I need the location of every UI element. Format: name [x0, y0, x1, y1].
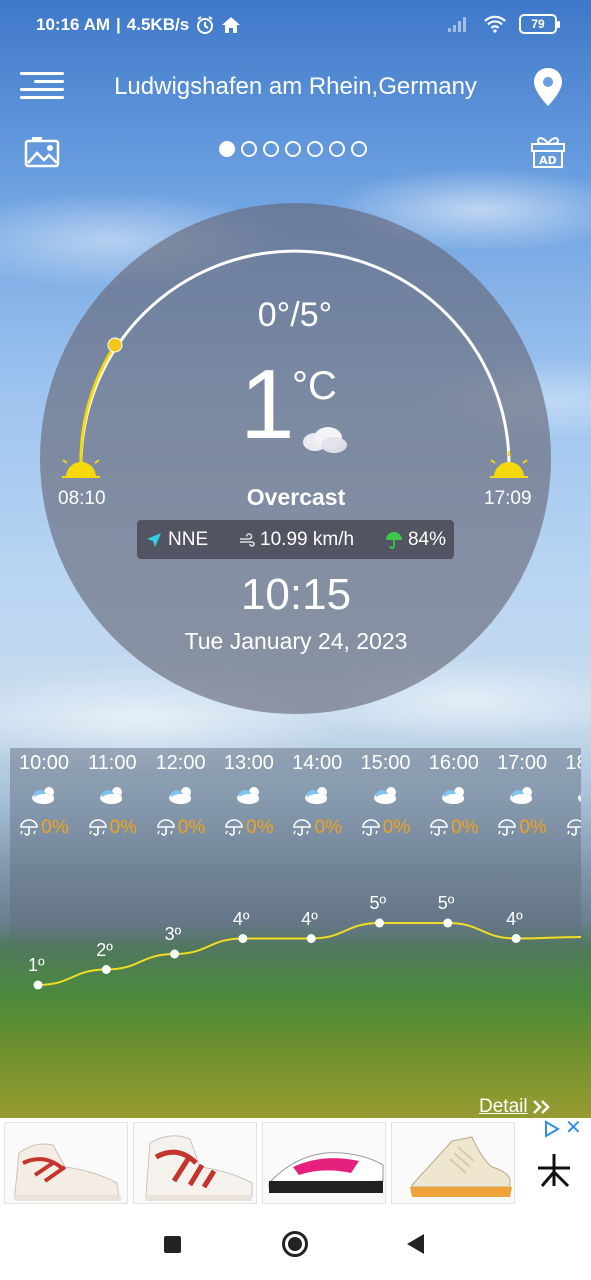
ad-brand-logo — [538, 1154, 570, 1188]
battery-icon: 79 — [519, 14, 560, 34]
ad-product-sneaker-2[interactable] — [133, 1122, 257, 1204]
temperature-point — [170, 949, 180, 959]
page-indicator[interactable] — [219, 141, 367, 157]
menu-button[interactable] — [20, 70, 64, 102]
status-time: 10:16 AM — [36, 15, 111, 34]
ad-product-sneaker-4[interactable] — [391, 1122, 515, 1204]
double-chevron-right-icon — [532, 1100, 550, 1114]
ad-product-sneaker-3[interactable] — [262, 1122, 386, 1204]
current-temp: 1 — [240, 349, 295, 459]
hour-temp-label: 1º — [28, 955, 45, 975]
temp-unit: °C — [292, 364, 337, 408]
temperature-point — [443, 918, 453, 928]
overcast-cloud-icon — [303, 427, 347, 453]
hour-temp-label: 4º — [506, 908, 523, 929]
hour-temp-label: 3º — [164, 924, 182, 944]
detail-label: Detail — [479, 1096, 528, 1117]
sunset-time: 17:09 — [484, 488, 532, 509]
status-net-speed: 4.5KB/s — [126, 15, 190, 34]
background-image-icon[interactable] — [24, 136, 60, 168]
hour-temp-label: 5º — [369, 893, 387, 913]
wind-speed-label: 10.99 km/h — [260, 528, 355, 550]
recent-apps-button[interactable] — [164, 1236, 181, 1253]
wind-icon — [240, 532, 255, 547]
svg-text:AD: AD — [539, 154, 557, 167]
gift-ad-icon[interactable]: AD — [530, 133, 566, 169]
condition-label: Overcast — [246, 484, 346, 510]
location-pin-icon[interactable] — [530, 66, 566, 108]
city-title[interactable]: Ludwigshafen am Rhein,Germany — [90, 73, 501, 101]
top-bar: Ludwigshafen am Rhein,Germany — [0, 60, 591, 116]
local-date: Tue January 24, 2023 — [184, 628, 408, 654]
sunrise-time: 08:10 — [58, 488, 106, 509]
ad-close-icon[interactable]: ✕ — [565, 1118, 583, 1138]
sneaker-image — [14, 1143, 121, 1201]
hour-temp-label: 4º — [301, 908, 318, 929]
hourly-forecast[interactable]: 10:00 0% 11:00 0% 12:00 0% 13:00 0% 14:00 0% 15:00… — [10, 748, 581, 1118]
temperature-point — [511, 934, 521, 943]
temperature-point — [33, 980, 43, 990]
page-dot[interactable] — [219, 141, 235, 157]
back-button[interactable] — [407, 1234, 424, 1254]
signal-icon — [448, 17, 466, 32]
page-dot[interactable] — [285, 141, 301, 157]
hour-temp-label: 4º — [232, 908, 250, 929]
humidity: 84% — [385, 529, 446, 551]
sneaker-image — [268, 1152, 384, 1193]
home-status-icon — [222, 17, 241, 33]
umbrella-icon — [385, 531, 402, 549]
wind-humidity-pill: NNE 10.99 km/h 84% — [137, 520, 454, 559]
temperature-point — [375, 918, 384, 928]
temperature-point — [101, 965, 111, 974]
temperature-curve — [33, 918, 581, 990]
wind-speed: 10.99 km/h — [239, 529, 354, 551]
page-dot[interactable] — [263, 141, 279, 157]
page-dot[interactable] — [241, 141, 257, 157]
sunrise-icon — [62, 451, 100, 478]
status-separator: | — [116, 15, 121, 34]
ad-choices-icon[interactable] — [543, 1120, 561, 1138]
temperature-line — [37, 922, 581, 986]
temperature-point — [238, 934, 248, 943]
wind-direction-label: NNE — [168, 528, 209, 550]
temp-range: 0°/5° — [257, 296, 333, 334]
page-dot[interactable] — [329, 141, 345, 157]
page-dot[interactable] — [307, 141, 323, 157]
humidity-label: 84% — [407, 528, 446, 550]
wifi-icon — [484, 15, 506, 33]
wind-direction: NNE — [145, 529, 208, 551]
detail-link[interactable]: Detail — [479, 1096, 552, 1118]
local-clock: 10:15 — [240, 570, 352, 619]
status-right: 79 — [447, 14, 560, 34]
ad-product-sneaker-1[interactable] — [4, 1122, 128, 1204]
status-bar: 10:16 AM | 4.5KB/s 79 — [0, 0, 591, 56]
alarm-icon — [197, 16, 214, 34]
page-dot[interactable] — [351, 141, 367, 157]
sneaker-image — [145, 1135, 253, 1201]
temperature-point — [306, 934, 316, 943]
sunset-icon — [490, 451, 528, 478]
ad-banner[interactable]: ✕ — [0, 1118, 591, 1208]
home-button[interactable] — [282, 1231, 308, 1257]
hour-temp-label: 2º — [96, 939, 113, 960]
hour-temp-label: 5º — [437, 893, 455, 913]
sneaker-image — [410, 1136, 512, 1197]
status-left: 10:16 AM | 4.5KB/s — [36, 15, 241, 35]
system-nav-bar — [0, 1208, 591, 1280]
navigation-arrow-icon — [147, 532, 161, 547]
